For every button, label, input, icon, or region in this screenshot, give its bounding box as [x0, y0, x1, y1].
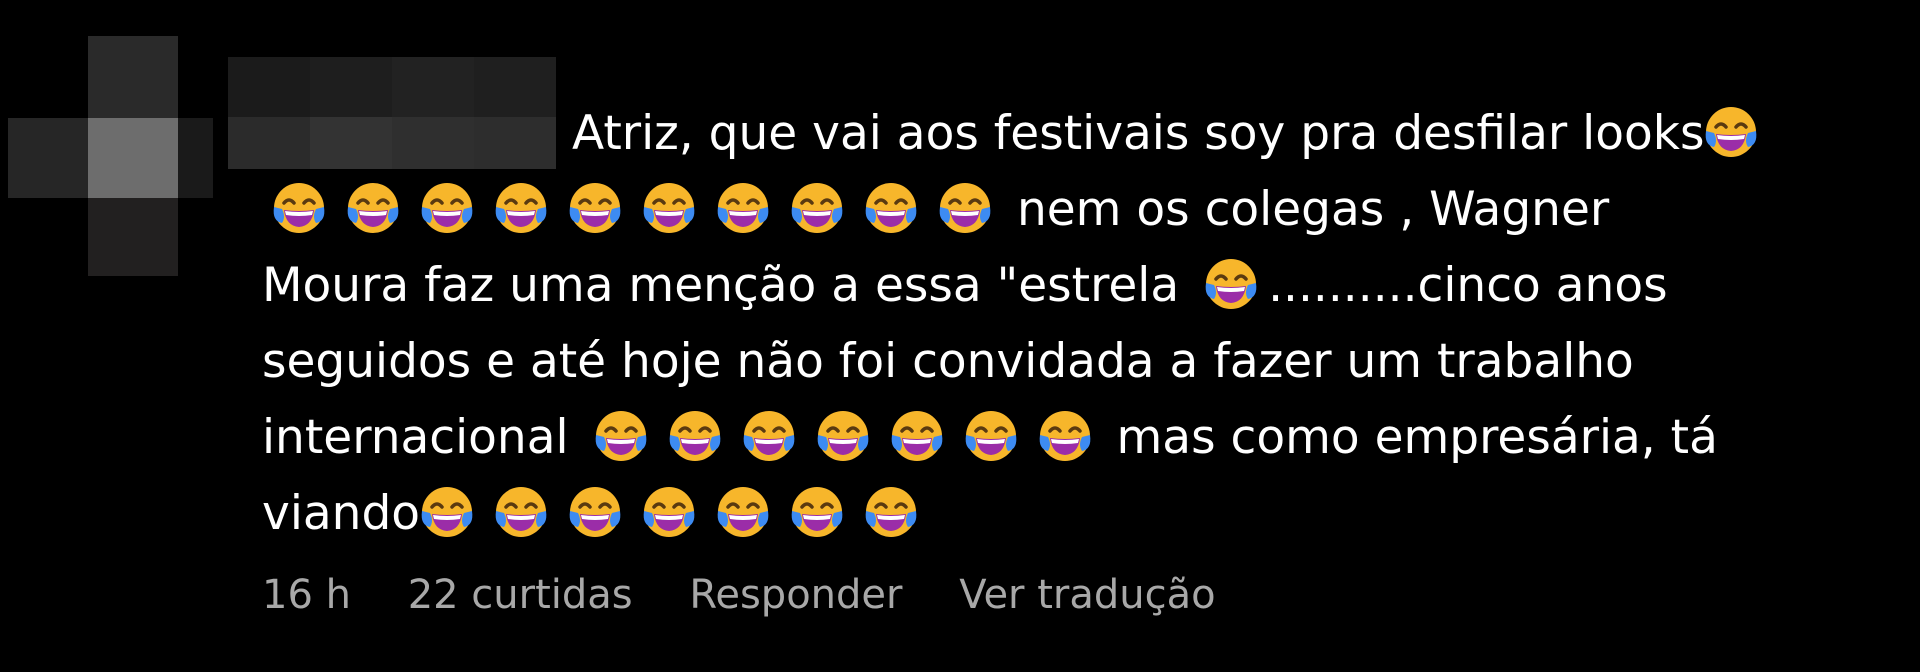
avatar[interactable]: [8, 36, 213, 276]
face-with-tears-of-joy-icon: [716, 181, 770, 235]
face-with-tears-of-joy-icon: [964, 409, 1018, 463]
comment-footer: 16 h 22 curtidas Responder Ver tradução: [262, 572, 1260, 618]
face-with-tears-of-joy-icon: [568, 485, 622, 539]
comment-line-5: internacional mas como empresária, tá: [262, 409, 1718, 465]
face-with-tears-of-joy-icon: [272, 181, 326, 235]
face-with-tears-of-joy-icon: [1204, 257, 1258, 311]
face-with-tears-of-joy-icon: [816, 409, 870, 463]
face-with-tears-of-joy-icon: [420, 485, 474, 539]
comment-text: Atriz, que vai aos festivais soy pra des…: [262, 96, 1862, 552]
timestamp[interactable]: 16 h: [262, 572, 351, 618]
face-with-tears-of-joy-icon: [346, 181, 400, 235]
face-with-tears-of-joy-icon: [742, 409, 796, 463]
reply-button[interactable]: Responder: [689, 572, 902, 618]
face-with-tears-of-joy-icon: [420, 181, 474, 235]
face-with-tears-of-joy-icon: [864, 181, 918, 235]
face-with-tears-of-joy-icon: [668, 409, 722, 463]
comment-line-4: seguidos e até hoje não foi convidada a …: [262, 334, 1634, 389]
face-with-tears-of-joy-icon: [864, 485, 918, 539]
face-with-tears-of-joy-icon: [1704, 105, 1758, 159]
see-translation-button[interactable]: Ver tradução: [959, 572, 1215, 618]
face-with-tears-of-joy-icon: [790, 181, 844, 235]
face-with-tears-of-joy-icon: [642, 181, 696, 235]
likes-count[interactable]: 22 curtidas: [408, 572, 633, 618]
face-with-tears-of-joy-icon: [1038, 409, 1092, 463]
face-with-tears-of-joy-icon: [494, 485, 548, 539]
face-with-tears-of-joy-icon: [790, 485, 844, 539]
face-with-tears-of-joy-icon: [938, 181, 992, 235]
comment-line-3: Moura faz uma menção a essa "estrela ...…: [262, 257, 1668, 313]
face-with-tears-of-joy-icon: [642, 485, 696, 539]
comment-line-2: nem os colegas , Wagner: [262, 172, 1862, 248]
face-with-tears-of-joy-icon: [716, 485, 770, 539]
comment-line-6: viando: [262, 476, 1862, 552]
comment-line-1: Atriz, que vai aos festivais soy pra des…: [262, 96, 1862, 172]
face-with-tears-of-joy-icon: [890, 409, 944, 463]
face-with-tears-of-joy-icon: [568, 181, 622, 235]
face-with-tears-of-joy-icon: [494, 181, 548, 235]
face-with-tears-of-joy-icon: [594, 409, 648, 463]
